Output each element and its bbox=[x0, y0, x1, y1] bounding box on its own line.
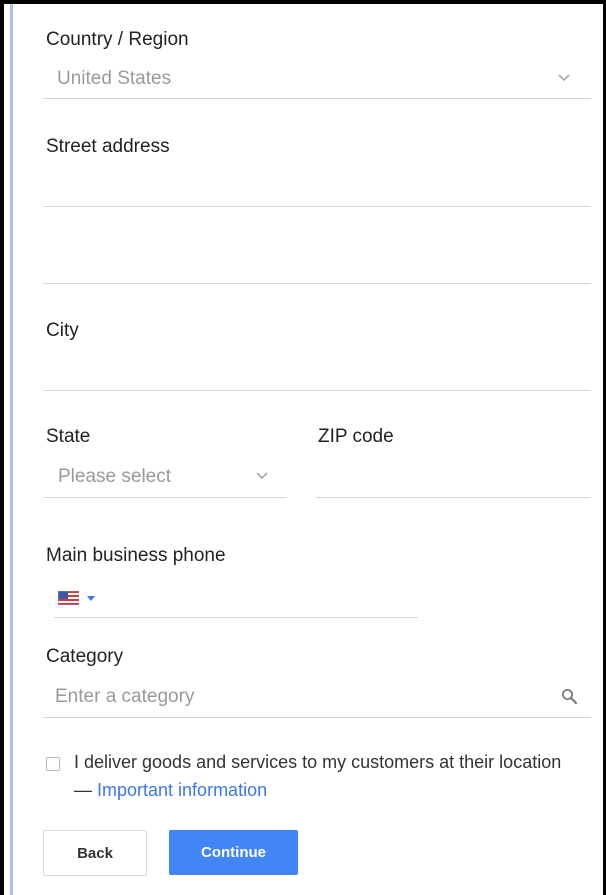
zip-label: ZIP code bbox=[318, 426, 394, 447]
city-input[interactable] bbox=[43, 350, 591, 390]
us-flag-icon bbox=[58, 591, 79, 605]
chevron-down-icon bbox=[558, 74, 570, 82]
search-icon[interactable] bbox=[561, 688, 578, 705]
caret-down-icon bbox=[87, 596, 95, 601]
street-input-line1[interactable] bbox=[43, 166, 591, 206]
chevron-down-icon bbox=[256, 472, 268, 480]
country-select[interactable]: United States bbox=[43, 62, 591, 100]
state-placeholder: Please select bbox=[58, 466, 172, 487]
important-information-link[interactable]: Important information bbox=[97, 780, 267, 800]
delivery-checkbox[interactable] bbox=[46, 757, 60, 771]
phone-input[interactable] bbox=[104, 584, 418, 618]
category-input[interactable]: Enter a category bbox=[43, 680, 591, 718]
category-placeholder: Enter a category bbox=[55, 686, 195, 707]
state-underline bbox=[43, 497, 287, 498]
street-label: Street address bbox=[46, 136, 170, 157]
delivery-checkbox-label: I deliver goods and services to my custo… bbox=[74, 748, 574, 804]
continue-button[interactable]: Continue bbox=[169, 830, 298, 875]
left-accent-bar bbox=[10, 4, 13, 895]
state-label: State bbox=[46, 426, 91, 447]
country-label: Country / Region bbox=[46, 29, 189, 50]
phone-underline bbox=[54, 617, 418, 618]
back-button[interactable]: Back bbox=[43, 830, 147, 876]
street-underline-2 bbox=[43, 283, 591, 284]
category-label: Category bbox=[46, 646, 124, 667]
street-input-line2[interactable] bbox=[43, 243, 591, 283]
street-underline-1 bbox=[43, 206, 591, 207]
category-underline bbox=[43, 717, 591, 718]
country-underline bbox=[43, 98, 591, 99]
city-underline bbox=[43, 390, 591, 391]
city-label: City bbox=[46, 320, 79, 341]
zip-input[interactable] bbox=[316, 460, 591, 498]
state-select[interactable]: Please select bbox=[43, 460, 287, 498]
zip-underline bbox=[316, 497, 591, 498]
country-value: United States bbox=[57, 68, 172, 89]
phone-label: Main business phone bbox=[46, 545, 226, 566]
